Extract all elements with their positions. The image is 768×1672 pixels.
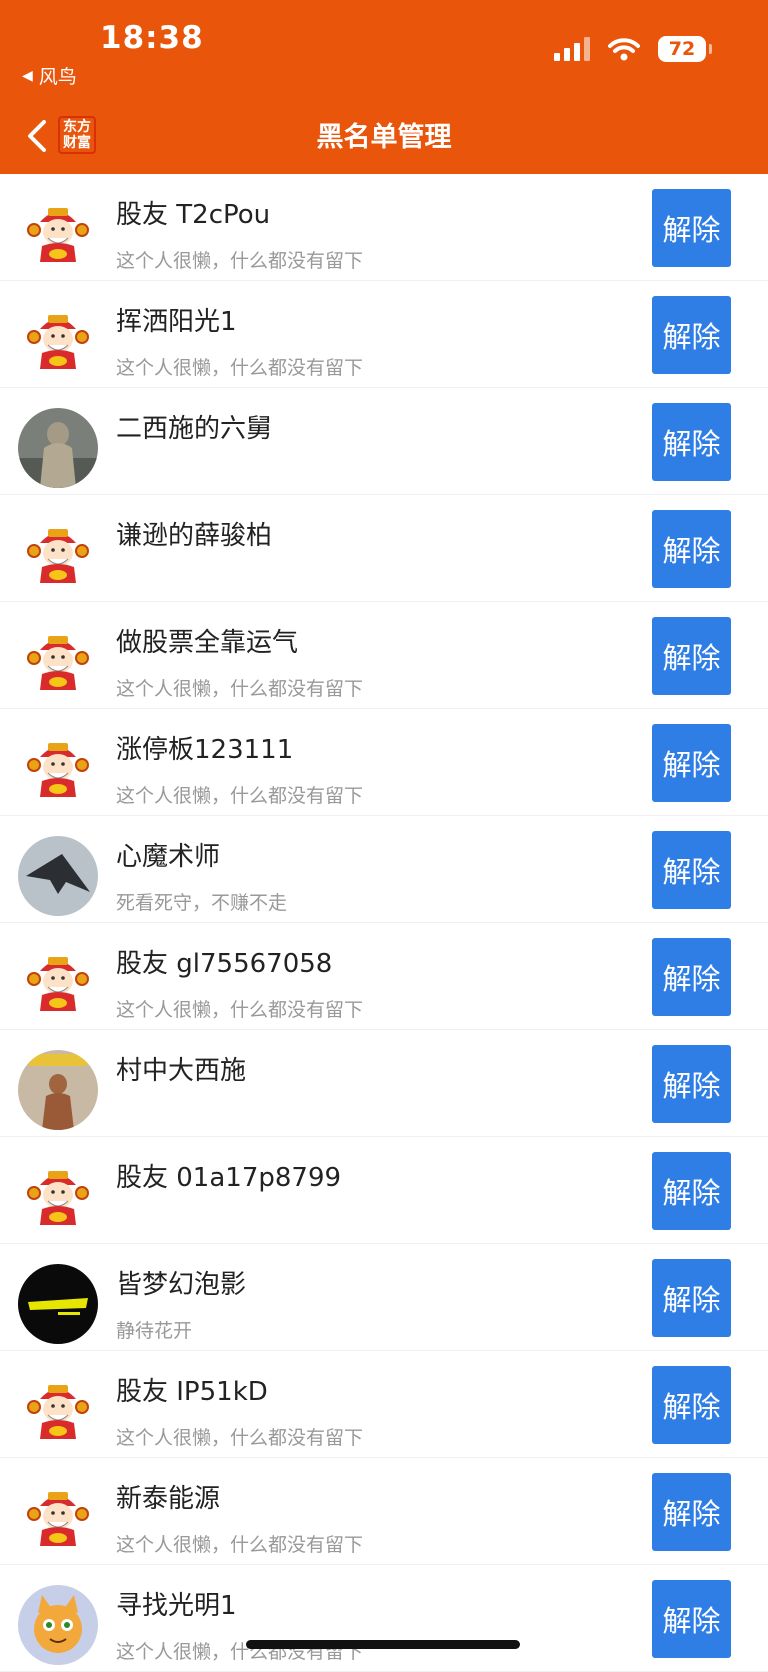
list-item[interactable]: 股友 gl75567058 这个人很懒，什么都没有留下 解除: [0, 923, 768, 1030]
unblock-button[interactable]: 解除: [652, 1473, 731, 1551]
user-name: 新泰能源: [116, 1484, 221, 1514]
unblock-button[interactable]: 解除: [652, 1366, 731, 1444]
back-app-label: 风鸟: [38, 66, 77, 88]
unblock-button[interactable]: 解除: [652, 938, 731, 1016]
unblock-button[interactable]: 解除: [652, 296, 731, 374]
user-name: 谦逊的薛骏柏: [116, 521, 273, 551]
user-name: 做股票全靠运气: [116, 628, 299, 658]
unblock-button[interactable]: 解除: [652, 617, 731, 695]
list-item[interactable]: 皆梦幻泡影静待花开 解除: [0, 1244, 768, 1351]
app-header: 18:38 ◀ 风鸟 72 东方 财富 黑名单管理: [0, 0, 768, 174]
caishen-default-avatar[interactable]: [18, 1478, 98, 1558]
battery-icon: 72: [658, 36, 712, 62]
list-item[interactable]: 心魔术师死看死守，不赚不走 解除: [0, 816, 768, 923]
unblock-button[interactable]: 解除: [652, 1580, 731, 1658]
user-signature: 这个人很懒，什么都没有留下: [116, 357, 364, 379]
user-name: 二西施的六舅: [116, 414, 273, 444]
back-triangle-icon: ◀: [22, 67, 33, 84]
list-item[interactable]: 新泰能源这个人很懒，什么都没有留下 解除: [0, 1458, 768, 1565]
unblock-button[interactable]: 解除: [652, 1259, 731, 1337]
cartoon-cat-avatar[interactable]: [18, 1585, 98, 1665]
list-item[interactable]: 涨停板123111 这个人很懒，什么都没有留下 解除: [0, 709, 768, 816]
unblock-button[interactable]: 解除: [652, 1152, 731, 1230]
photo-aircraft-avatar[interactable]: [18, 836, 98, 916]
user-signature: 这个人很懒，什么都没有留下: [116, 1427, 364, 1449]
user-signature: 这个人很懒，什么都没有留下: [116, 678, 364, 700]
user-signature: 静待花开: [116, 1320, 193, 1342]
list-item[interactable]: 二西施的六舅 解除: [0, 388, 768, 495]
unblock-button[interactable]: 解除: [652, 189, 731, 267]
list-item[interactable]: 做股票全靠运气这个人很懒，什么都没有留下 解除: [0, 602, 768, 709]
photo-person-avatar[interactable]: [18, 408, 98, 488]
photo-meme-avatar[interactable]: [18, 1050, 98, 1130]
unblock-button[interactable]: 解除: [652, 1045, 731, 1123]
back-to-app-link[interactable]: ◀ 风鸟: [22, 62, 77, 89]
cellular-signal-icon: [554, 37, 590, 61]
user-name: 涨停板123111: [116, 735, 294, 765]
list-item[interactable]: 村中大西施 解除: [0, 1030, 768, 1137]
list-item[interactable]: 挥洒阳光1 这个人很懒，什么都没有留下 解除: [0, 281, 768, 388]
unblock-button[interactable]: 解除: [652, 510, 731, 588]
home-indicator[interactable]: [246, 1640, 520, 1649]
caishen-default-avatar[interactable]: [18, 194, 98, 274]
unblock-button[interactable]: 解除: [652, 831, 731, 909]
user-name: 皆梦幻泡影: [116, 1270, 247, 1300]
wifi-icon: [608, 38, 640, 61]
cyberpunk-logo-avatar[interactable]: [18, 1264, 98, 1344]
caishen-default-avatar[interactable]: [18, 1157, 98, 1237]
user-name: 股友 IP51kD: [116, 1377, 268, 1407]
caishen-default-avatar[interactable]: [18, 301, 98, 381]
user-signature: 死看死守，不赚不走: [116, 892, 288, 914]
caishen-default-avatar[interactable]: [18, 1371, 98, 1451]
user-signature: 这个人很懒，什么都没有留下: [116, 250, 364, 272]
caishen-default-avatar[interactable]: [18, 943, 98, 1023]
user-name: 心魔术师: [116, 842, 221, 872]
unblock-button[interactable]: 解除: [652, 724, 731, 802]
list-item[interactable]: 股友 01a17p8799 解除: [0, 1137, 768, 1244]
user-name: 挥洒阳光1: [116, 307, 237, 337]
caishen-default-avatar[interactable]: [18, 729, 98, 809]
page-title: 黑名单管理: [316, 122, 452, 153]
user-name: 股友 gl75567058: [116, 949, 333, 979]
list-item[interactable]: 股友 T2cPou 这个人很懒，什么都没有留下 解除: [0, 174, 768, 281]
user-signature: 这个人很懒，什么都没有留下: [116, 1534, 364, 1556]
user-name: 股友 T2cPou: [116, 200, 271, 230]
user-signature: 这个人很懒，什么都没有留下: [116, 785, 364, 807]
user-name: 股友 01a17p8799: [116, 1163, 342, 1193]
list-item[interactable]: 股友 IP51kD 这个人很懒，什么都没有留下 解除: [0, 1351, 768, 1458]
blacklist: 股友 T2cPou 这个人很懒，什么都没有留下 解除 挥洒阳光1 这个人很懒，什么都没有…: [0, 174, 768, 1672]
status-icons: 72: [554, 36, 712, 62]
caishen-default-avatar[interactable]: [18, 515, 98, 595]
list-item[interactable]: 谦逊的薛骏柏 解除: [0, 495, 768, 602]
user-signature: 这个人很懒，什么都没有留下: [116, 999, 364, 1021]
status-time: 18:38: [100, 20, 204, 56]
user-name: 村中大西施: [116, 1056, 247, 1086]
unblock-button[interactable]: 解除: [652, 403, 731, 481]
list-item[interactable]: 寻找光明1 这个人很懒，什么都没有留下 解除: [0, 1565, 768, 1672]
caishen-default-avatar[interactable]: [18, 622, 98, 702]
user-name: 寻找光明1: [116, 1591, 237, 1621]
